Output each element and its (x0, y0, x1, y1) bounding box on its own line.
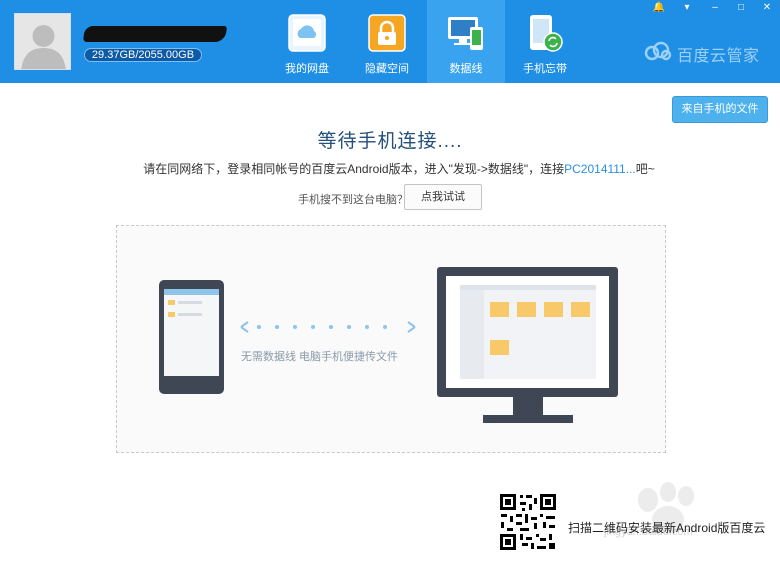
transfer-dot (329, 325, 333, 329)
notification-icon[interactable]: 🔔 (646, 0, 672, 16)
connection-instruction: 请在同网络下，登录相同帐号的百度云Android版本，进入"发现->数据线"，连… (0, 160, 780, 177)
qr-code-icon (498, 492, 558, 552)
illustration-caption: 无需数据线 电脑手机便捷传文件 (241, 351, 399, 363)
maximize-button[interactable]: □ (728, 0, 754, 16)
phone-sync-icon (530, 15, 563, 52)
data-cable-icon (448, 17, 483, 50)
tab-my-drive[interactable]: 我的网盘 (268, 0, 346, 83)
tab-label: 隐藏空间 (365, 63, 409, 75)
tab-hidden-space[interactable]: 隐藏空间 (348, 0, 426, 83)
phone-not-found-label: 手机搜不到这台电脑？ (298, 194, 408, 206)
baidu-cloud-logo-icon (644, 41, 672, 61)
minimize-button[interactable]: – (702, 0, 728, 16)
transfer-dot (293, 325, 297, 329)
avatar[interactable] (14, 13, 71, 70)
cloud-drive-icon (288, 14, 326, 52)
transfer-dot (311, 325, 315, 329)
instruction-text: 请在同网络下，登录相同帐号的百度云Android版本，进入"发现->数据线"，连… (143, 162, 565, 176)
username-redacted (82, 26, 228, 42)
menu-dropdown-icon[interactable]: ▾ (674, 0, 700, 16)
brand-logo: 百度云管家 (643, 40, 773, 65)
try-button[interactable]: 点我试试 (404, 184, 482, 210)
close-button[interactable]: ✕ (754, 0, 780, 16)
connection-illustration: 无需数据线 电脑手机便捷传文件 (116, 225, 666, 453)
transfer-dot (365, 325, 369, 329)
user-silhouette-icon (15, 14, 70, 69)
storage-quota: 29.37GB/2055.00GB (84, 48, 202, 62)
tab-data-cable[interactable]: 数据线 (427, 0, 505, 83)
tab-label: 我的网盘 (285, 63, 329, 75)
lock-icon (368, 14, 406, 52)
page-title: 等待手机连接.... (317, 131, 463, 152)
brand-name: 百度云管家 (677, 48, 760, 65)
title-bar: 29.37GB/2055.00GB 我的网盘 隐藏空间 数据线 手机忘带 百度云… (0, 0, 780, 83)
qr-caption: 扫描二维码安装最新Android版百度云 (568, 521, 766, 535)
transfer-dot (383, 325, 387, 329)
transfer-dot (347, 325, 351, 329)
device-name-link[interactable]: PC2014111... (564, 162, 636, 176)
tab-label: 数据线 (449, 63, 483, 75)
transfer-dot (257, 325, 261, 329)
files-from-phone-button[interactable]: 来自手机的文件 (672, 96, 768, 123)
instruction-suffix: 吧~ (635, 162, 655, 176)
tab-label: 手机忘带 (523, 63, 567, 75)
qr-code[interactable] (498, 492, 558, 552)
phone-to-pc-graphic (159, 267, 618, 423)
phone-icon (159, 280, 224, 394)
transfer-dot (275, 325, 279, 329)
tab-phone-forgot[interactable]: 手机忘带 (506, 0, 584, 83)
monitor-icon (437, 267, 618, 423)
